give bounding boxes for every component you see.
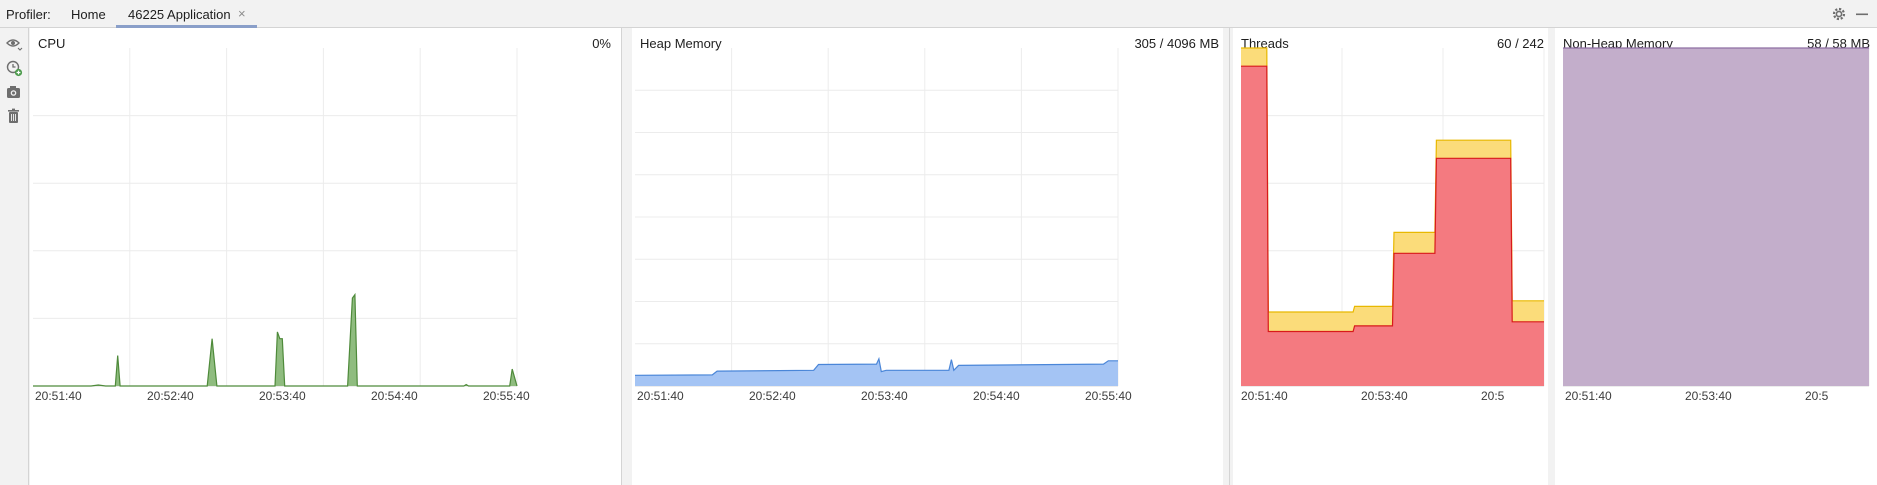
x-tick-label: 20:51:40 bbox=[1565, 389, 1612, 403]
non-heap-memory-chart: 20:51:40 20:53:40 20:5 bbox=[1563, 47, 1870, 403]
chart-grid bbox=[635, 48, 1119, 387]
threads-chart: 20:51:40 20:53:40 20:5 bbox=[1241, 47, 1545, 403]
tab-application[interactable]: 46225 Application bbox=[128, 7, 231, 22]
x-tick-label: 20:55:40 bbox=[1085, 389, 1132, 403]
close-tab-icon[interactable]: × bbox=[238, 6, 246, 21]
eye-icon[interactable] bbox=[5, 35, 23, 53]
cpu-panel: CPU 0% 20:51:40 20:52:40 20:53:40 20:54:40 2… bbox=[30, 28, 621, 485]
x-tick-label: 20:53:40 bbox=[861, 389, 908, 403]
add-session-icon[interactable] bbox=[5, 59, 23, 77]
trash-icon[interactable] bbox=[5, 107, 23, 125]
panel-divider bbox=[1229, 28, 1230, 485]
x-tick-label: 20:55:40 bbox=[483, 389, 530, 403]
minimize-icon[interactable] bbox=[1853, 5, 1871, 23]
x-tick-label: 20:5 bbox=[1805, 389, 1829, 403]
series-area bbox=[1563, 48, 1869, 386]
series-area bbox=[1241, 66, 1544, 386]
capture-snapshot-icon[interactable] bbox=[5, 83, 23, 101]
x-tick-label: 20:53:40 bbox=[1361, 389, 1408, 403]
profiler-tab-bar: Profiler: Home 46225 Application × bbox=[0, 0, 1877, 28]
x-tick-label: 20:54:40 bbox=[973, 389, 1020, 403]
x-tick-label: 20:51:40 bbox=[637, 389, 684, 403]
x-tick-label: 20:51:40 bbox=[1241, 389, 1288, 403]
chart-grid bbox=[33, 48, 518, 387]
non-heap-memory-panel: Non-Heap Memory 58 / 58 MB 20:51:40 20:53… bbox=[1555, 28, 1877, 485]
tab-home[interactable]: Home bbox=[71, 7, 106, 22]
threads-panel: Threads 60 / 242 20:51:40 20:53:40 20:5 bbox=[1233, 28, 1548, 485]
x-tick-label: 20:52:40 bbox=[749, 389, 796, 403]
x-tick-label: 20:51:40 bbox=[35, 389, 82, 403]
series-area bbox=[33, 294, 517, 386]
x-tick-label: 20:53:40 bbox=[259, 389, 306, 403]
heap-memory-chart: 20:51:40 20:52:40 20:53:40 20:54:40 20:55:40 bbox=[634, 48, 1132, 403]
cpu-chart: 20:51:40 20:52:40 20:53:40 20:54:40 20:55:40 bbox=[33, 48, 530, 403]
profiler-side-toolbar bbox=[0, 28, 29, 485]
x-tick-label: 20:52:40 bbox=[147, 389, 194, 403]
x-tick-label: 20:5 bbox=[1481, 389, 1505, 403]
panel-divider bbox=[621, 28, 622, 485]
heap-memory-panel: Heap Memory 305 / 4096 MB 20:51:40 20:52:… bbox=[632, 28, 1223, 485]
gear-icon[interactable] bbox=[1830, 5, 1848, 23]
series-line bbox=[33, 292, 518, 387]
profiler-label: Profiler: bbox=[6, 7, 51, 22]
x-tick-label: 20:53:40 bbox=[1685, 389, 1732, 403]
x-tick-label: 20:54:40 bbox=[371, 389, 418, 403]
